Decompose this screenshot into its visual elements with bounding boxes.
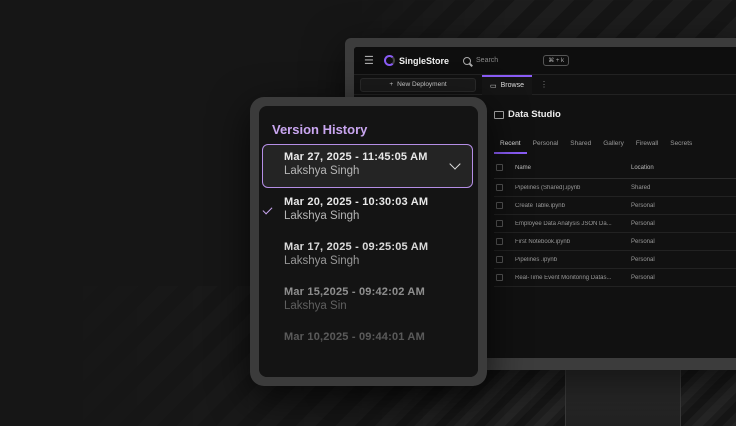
row-checkbox[interactable] — [496, 256, 503, 263]
table-row[interactable]: Real-Time Event Monitoring Datas... Pers… — [494, 269, 736, 287]
tab-firewall[interactable]: Firewall — [630, 137, 664, 154]
file-location: Shared — [631, 184, 651, 191]
version-item[interactable]: Mar 20, 2025 - 10:30:03 AM Lakshya Singh — [284, 196, 474, 222]
browse-icon: ▭ — [490, 82, 497, 90]
file-name[interactable]: Pipelines .ipynb — [515, 257, 631, 263]
brand-name: SingleStore — [399, 55, 450, 66]
table-row[interactable]: Pipelines .ipynb Personal — [494, 251, 736, 269]
page-title: Data Studio — [494, 109, 561, 120]
file-location: Personal — [631, 238, 655, 245]
file-name[interactable]: Create Table.ipynb — [515, 203, 631, 209]
files-table: Name Location Pipelines (Shared).ipynb S… — [494, 157, 736, 287]
filter-tabs: Recent Personal Shared Gallery Firewall … — [494, 137, 698, 154]
version-history-title: Version History — [272, 122, 368, 137]
file-location: Personal — [631, 274, 655, 281]
version-date: Mar 17, 2025 - 09:25:05 AM — [284, 241, 429, 253]
search-shortcut: ⌘ + k — [543, 55, 570, 66]
table-row[interactable]: Create Table.ipynb Personal — [494, 197, 736, 215]
file-name[interactable]: Pipelines (Shared).ipynb — [515, 185, 631, 191]
version-date: Mar 15,2025 - 09:42:02 AM — [284, 286, 425, 298]
tab-browse[interactable]: ▭ Browse — [482, 74, 532, 95]
search-icon — [463, 56, 472, 65]
tab-personal[interactable]: Personal — [527, 137, 565, 154]
page-title-text: Data Studio — [508, 109, 561, 120]
version-history-panel: Version History Mar 27, 2025 - 11:45:05 … — [250, 97, 487, 386]
data-studio-icon — [494, 110, 504, 119]
row-checkbox[interactable] — [496, 184, 503, 191]
search-placeholder: Search — [476, 57, 499, 64]
version-item-selected[interactable]: Mar 27, 2025 - 11:45:05 AM Lakshya Singh — [284, 151, 474, 177]
file-name[interactable]: Employee Data Analysis JSON Da... — [515, 221, 631, 227]
main-content: Data Studio Recent Personal Shared Galle… — [494, 95, 736, 358]
file-location: Personal — [631, 256, 655, 263]
row-checkbox[interactable] — [496, 274, 503, 281]
file-name[interactable]: Real-Time Event Monitoring Datas... — [515, 275, 631, 281]
row-checkbox[interactable] — [496, 220, 503, 227]
check-icon — [262, 204, 273, 215]
sub-bar: + New Deployment ▭ Browse ⋮ — [354, 74, 736, 95]
row-checkbox[interactable] — [496, 238, 503, 245]
version-author: Lakshya Singh — [284, 210, 360, 222]
tab-gallery[interactable]: Gallery — [597, 137, 630, 154]
version-author: Lakshya Singh — [284, 255, 360, 267]
version-history-screen: Version History Mar 27, 2025 - 11:45:05 … — [259, 106, 478, 377]
more-options-icon[interactable]: ⋮ — [540, 80, 548, 89]
top-bar: ☰ SingleStore Search ⌘ + k — [354, 47, 736, 75]
new-deployment-label: New Deployment — [397, 81, 447, 88]
tab-recent[interactable]: Recent — [494, 137, 527, 154]
hamburger-menu-icon[interactable]: ☰ — [364, 54, 378, 67]
version-date: Mar 20, 2025 - 10:30:03 AM — [284, 196, 429, 208]
singlestore-logo-icon — [384, 55, 395, 66]
version-item[interactable]: Mar 10,2025 - 09:44:01 AM — [284, 331, 474, 343]
tab-shared[interactable]: Shared — [564, 137, 597, 154]
version-date: Mar 10,2025 - 09:44:01 AM — [284, 331, 425, 343]
file-name[interactable]: First Notebook.ipynb — [515, 239, 631, 245]
version-date: Mar 27, 2025 - 11:45:05 AM — [284, 151, 428, 163]
column-header-location[interactable]: Location — [631, 165, 711, 171]
brand-logo[interactable]: SingleStore — [384, 55, 449, 66]
tab-secrets[interactable]: Secrets — [664, 137, 698, 154]
column-header-name[interactable]: Name — [515, 165, 631, 171]
table-row[interactable]: Employee Data Analysis JSON Da... Person… — [494, 215, 736, 233]
new-deployment-button[interactable]: + New Deployment — [360, 77, 476, 92]
select-all-checkbox[interactable] — [496, 164, 503, 171]
search-bar[interactable]: Search ⌘ + k — [463, 55, 570, 66]
version-item[interactable]: Mar 15,2025 - 09:42:02 AM Lakshya Sin — [284, 286, 474, 312]
plus-icon: + — [389, 81, 394, 88]
table-row[interactable]: First Notebook.ipynb Personal — [494, 233, 736, 251]
monitor-stand — [565, 370, 681, 426]
table-header: Name Location — [494, 157, 736, 179]
row-checkbox[interactable] — [496, 202, 503, 209]
version-author: Lakshya Singh — [284, 165, 360, 177]
version-author: Lakshya Sin — [284, 300, 347, 312]
file-location: Personal — [631, 202, 655, 209]
version-item[interactable]: Mar 17, 2025 - 09:25:05 AM Lakshya Singh — [284, 241, 474, 267]
table-row[interactable]: Pipelines (Shared).ipynb Shared — [494, 179, 736, 197]
file-location: Personal — [631, 220, 655, 227]
browse-tab-label: Browse — [500, 82, 524, 89]
